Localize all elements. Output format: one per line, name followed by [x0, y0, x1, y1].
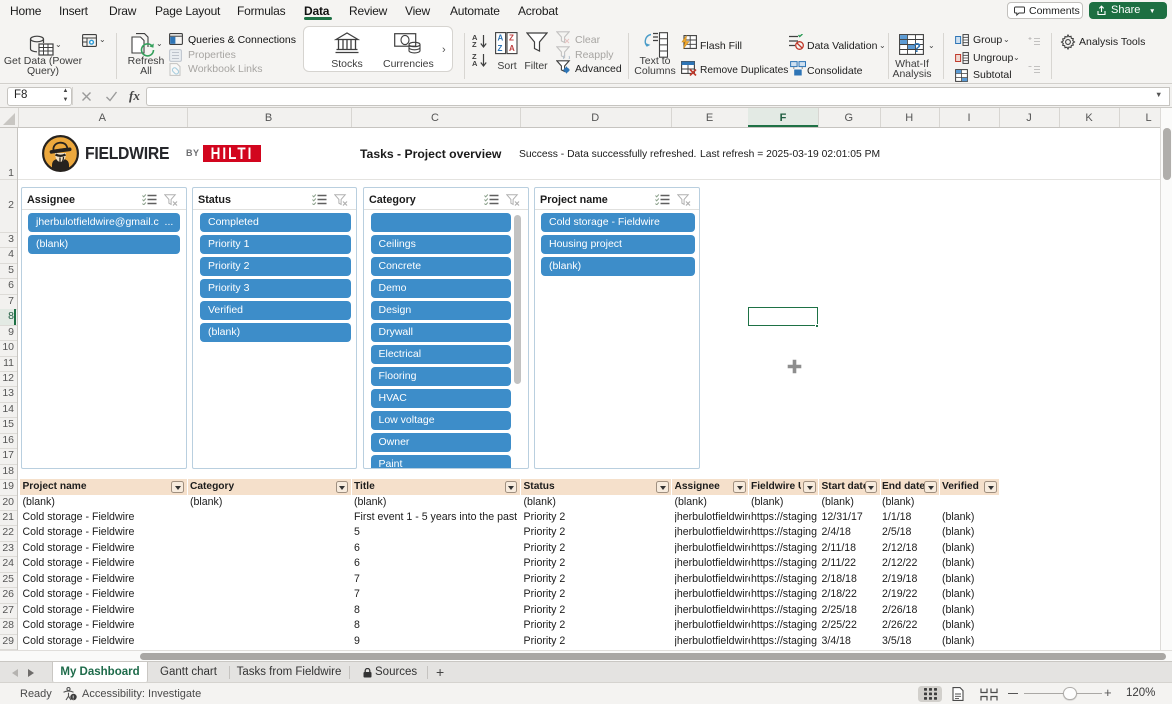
svg-text:!: !: [72, 695, 74, 701]
svg-text:A: A: [509, 44, 515, 53]
svg-text:Z: Z: [509, 34, 514, 43]
svg-text:Z: Z: [498, 44, 503, 53]
svg-text:?: ?: [913, 40, 921, 55]
svg-text:A: A: [498, 34, 504, 43]
